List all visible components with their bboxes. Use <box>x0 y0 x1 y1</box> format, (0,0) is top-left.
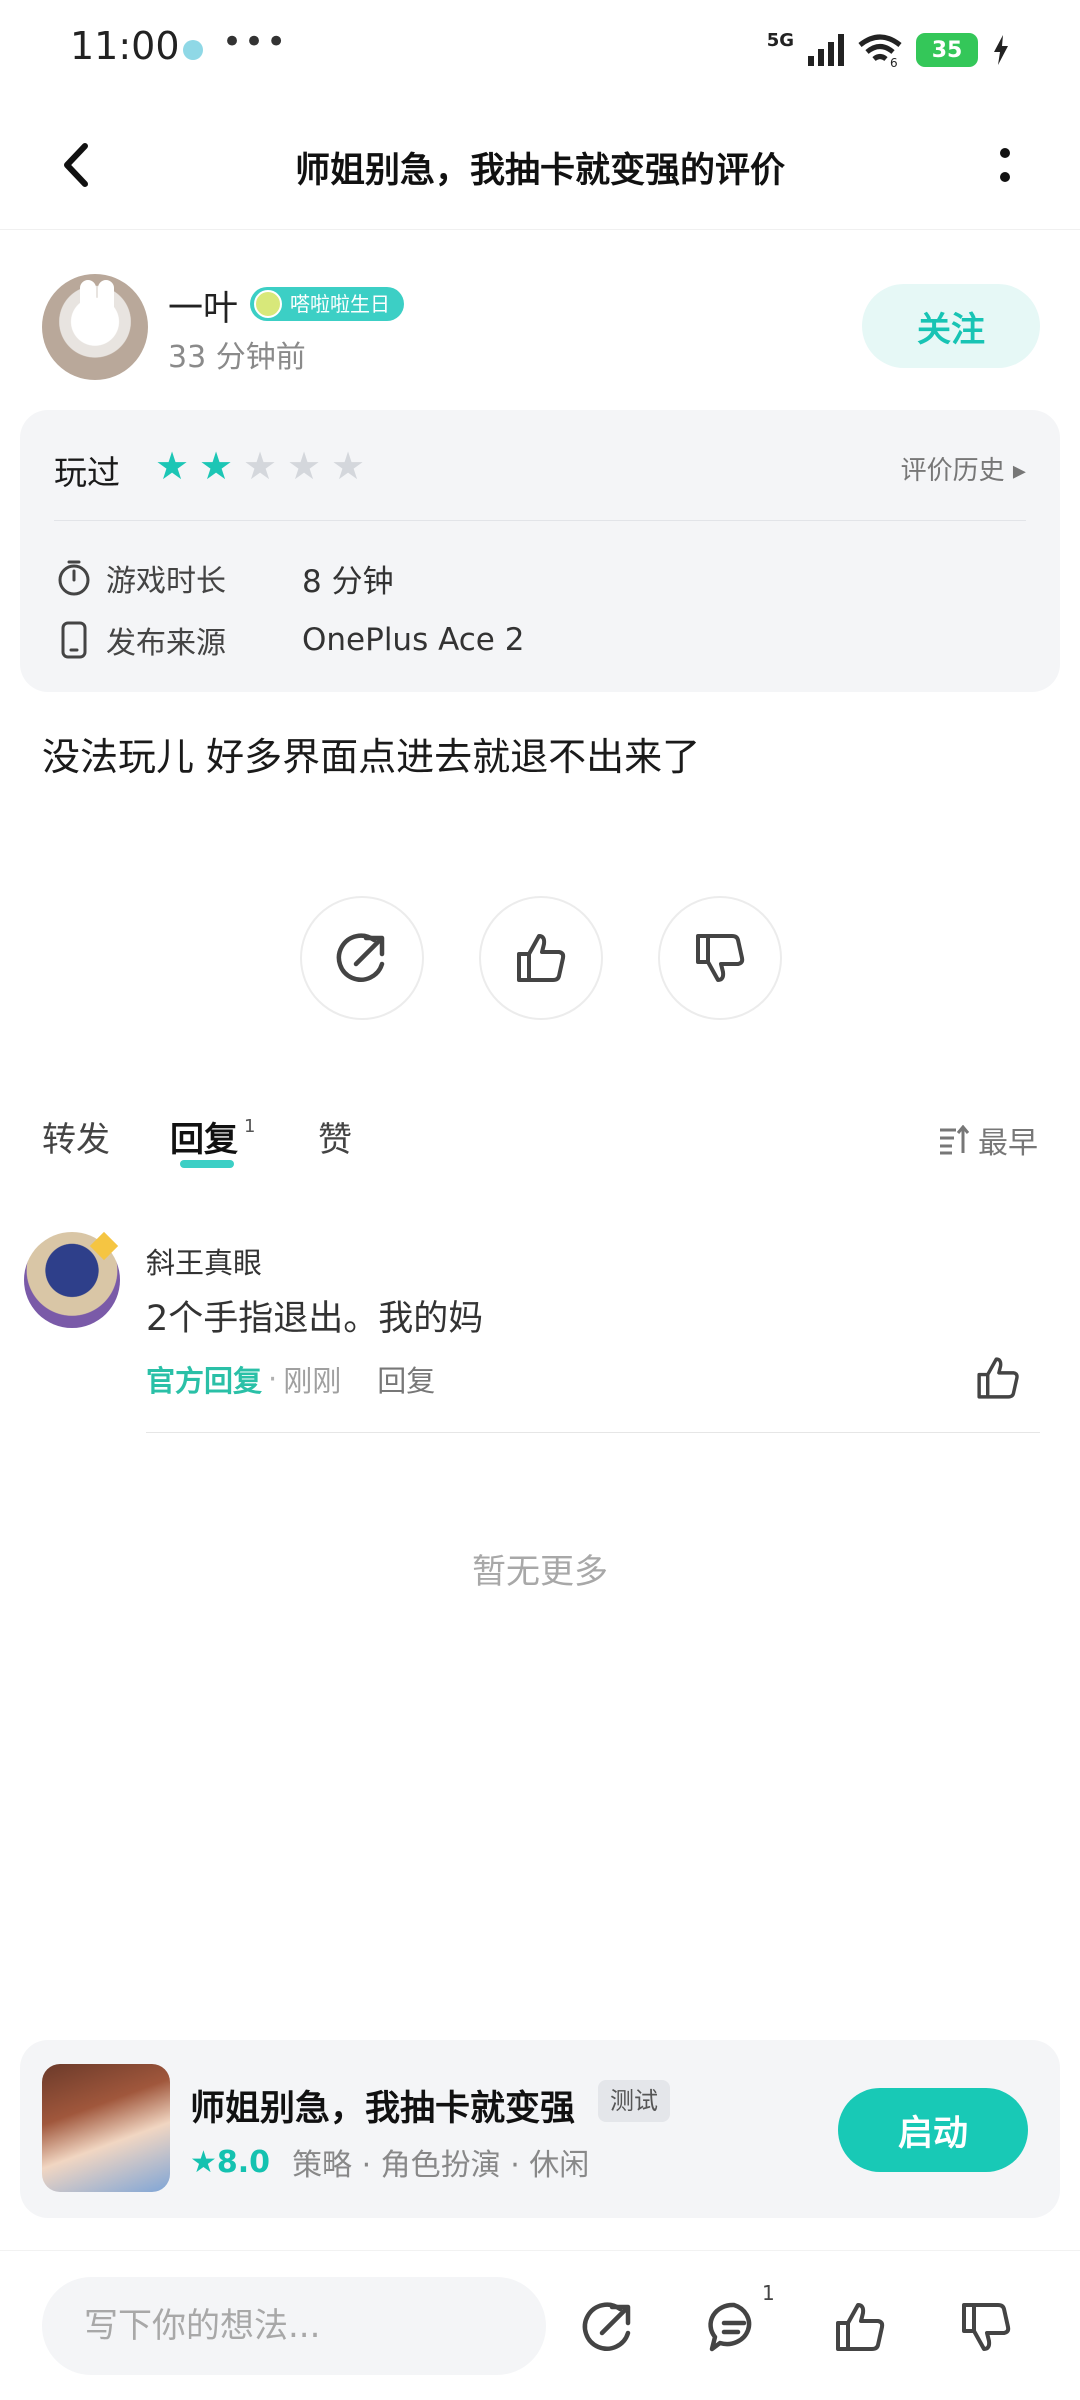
tab-replies[interactable]: 回复 1 <box>170 1112 255 1161</box>
share-button[interactable] <box>300 896 424 1020</box>
thumbs-up-icon <box>517 934 566 982</box>
thumbs-down-icon <box>962 2303 1011 2351</box>
comment-button[interactable] <box>702 2295 766 2359</box>
thumbs-down-icon <box>696 934 745 982</box>
game-meta: ★8.0 策略 · 角色扮演 · 休闲 <box>190 2140 589 2184</box>
user-name[interactable]: 一叶 <box>168 280 238 331</box>
launch-button[interactable]: 启动 <box>838 2088 1028 2172</box>
share-button[interactable] <box>576 2295 640 2359</box>
tab-count: 1 <box>244 1116 256 1137</box>
status-right: 5G 6 35 <box>767 28 1010 72</box>
more-vertical-icon <box>1000 148 1010 182</box>
svg-text:6: 6 <box>890 56 898 67</box>
info-value: OnePlus Ace 2 <box>302 622 525 658</box>
info-row-playtime: 游戏时长 8 分钟 <box>54 556 394 600</box>
more-options-button[interactable] <box>970 130 1040 200</box>
sort-label: 最早 <box>978 1126 1038 1161</box>
notification-icon <box>183 40 203 60</box>
avatar-ear <box>80 280 96 324</box>
user-badge: 嗒啦啦生日 <box>250 287 404 321</box>
sort-icon <box>940 1125 970 1155</box>
sort-button[interactable]: 最早 <box>938 1118 1038 1162</box>
wifi-icon: 6 <box>858 34 902 67</box>
tab-likes[interactable]: 赞 <box>318 1112 352 1161</box>
follow-button[interactable]: 关注 <box>862 284 1040 368</box>
review-text: 没法玩儿 好多界面点进去就退不出来了 <box>42 735 701 779</box>
comment-author[interactable]: 斜王真眼 <box>146 1240 262 1282</box>
like-button[interactable] <box>479 896 603 1020</box>
signal-icon <box>808 34 844 66</box>
like-button[interactable] <box>828 2295 892 2359</box>
comment-count: 1 <box>762 2281 775 2305</box>
test-tag: 测试 <box>598 2080 670 2122</box>
star-filled-icon: ★ <box>154 444 190 488</box>
back-button[interactable] <box>40 130 110 200</box>
star-empty-icon: ★ <box>242 444 278 488</box>
chevron-left-icon <box>64 143 88 187</box>
timer-icon <box>54 558 94 598</box>
bottom-bar: 1 <box>0 2250 1080 2400</box>
no-more-label: 暂无更多 <box>472 1552 608 1592</box>
status-bar: 11:00 ••• 5G 6 35 <box>0 0 1080 100</box>
comment-meta: 官方回复 · 刚刚 回复 <box>146 1358 435 1400</box>
badge-icon <box>254 290 282 318</box>
status-time: 11:00 <box>70 24 180 68</box>
comment-divider <box>146 1432 1040 1433</box>
info-value: 8 分钟 <box>302 563 394 600</box>
dislike-button[interactable] <box>658 896 782 1020</box>
star-empty-icon: ★ <box>330 444 366 488</box>
more-notifications-icon: ••• <box>222 22 289 62</box>
info-label: 发布来源 <box>106 626 226 661</box>
meta-separator: · <box>268 1362 278 1396</box>
official-reply-label: 官方回复 <box>146 1364 263 1398</box>
share-icon <box>336 933 385 982</box>
info-row-source: 发布来源 OnePlus Ace 2 <box>54 618 524 662</box>
battery-icon: 35 <box>916 33 978 67</box>
rating-stars: ★ ★ ★ ★ ★ <box>152 446 368 486</box>
share-icon <box>582 2302 631 2351</box>
charging-icon <box>994 35 1008 65</box>
post-time: 33 分钟前 <box>168 340 306 375</box>
comment-text: 2个手指退出。我的妈 <box>146 1299 484 1339</box>
user-avatar[interactable] <box>42 274 148 380</box>
game-score: ★8.0 <box>190 2144 271 2180</box>
dislike-button[interactable] <box>954 2295 1018 2359</box>
game-genres: 策略 · 角色扮演 · 休闲 <box>292 2148 590 2183</box>
avatar-ear <box>98 280 114 324</box>
network-type: 5G <box>766 29 794 51</box>
played-label: 玩过 <box>54 453 120 492</box>
review-info-card: 玩过 ★ ★ ★ ★ ★ 评价历史 ▸ 游戏时长 8 分钟 发布来源 OnePlus A… <box>20 410 1060 692</box>
comment-input[interactable] <box>42 2277 546 2375</box>
user-badge-label: 嗒啦啦生日 <box>290 292 390 316</box>
game-icon[interactable] <box>42 2064 170 2192</box>
star-icon: ★ <box>190 2144 217 2180</box>
thumbs-up-icon <box>836 2303 885 2351</box>
thumbs-up-icon <box>977 1357 1019 1399</box>
reply-button[interactable]: 回复 <box>377 1358 435 1400</box>
active-tab-indicator <box>180 1160 234 1168</box>
star-empty-icon: ★ <box>286 444 322 488</box>
tab-forward[interactable]: 转发 <box>42 1112 110 1161</box>
phone-icon <box>54 620 94 660</box>
star-filled-icon: ★ <box>198 444 234 488</box>
info-label: 游戏时长 <box>106 564 226 599</box>
game-card[interactable]: 师姐别急，我抽卡就变强 测试 ★8.0 策略 · 角色扮演 · 休闲 启动 <box>20 2040 1060 2218</box>
card-divider <box>54 520 1026 521</box>
game-title: 师姐别急，我抽卡就变强 <box>190 2089 576 2129</box>
comment-time: 刚刚 <box>283 1364 342 1398</box>
page-title: 师姐别急，我抽卡就变强的评价 <box>294 151 785 191</box>
comment-like-button[interactable] <box>970 1350 1026 1406</box>
page-header: 师姐别急，我抽卡就变强的评价 <box>0 100 1080 230</box>
commenter-avatar[interactable] <box>24 1232 120 1328</box>
review-history-link[interactable]: 评价历史 ▸ <box>901 450 1026 487</box>
comment-icon <box>708 2302 752 2352</box>
